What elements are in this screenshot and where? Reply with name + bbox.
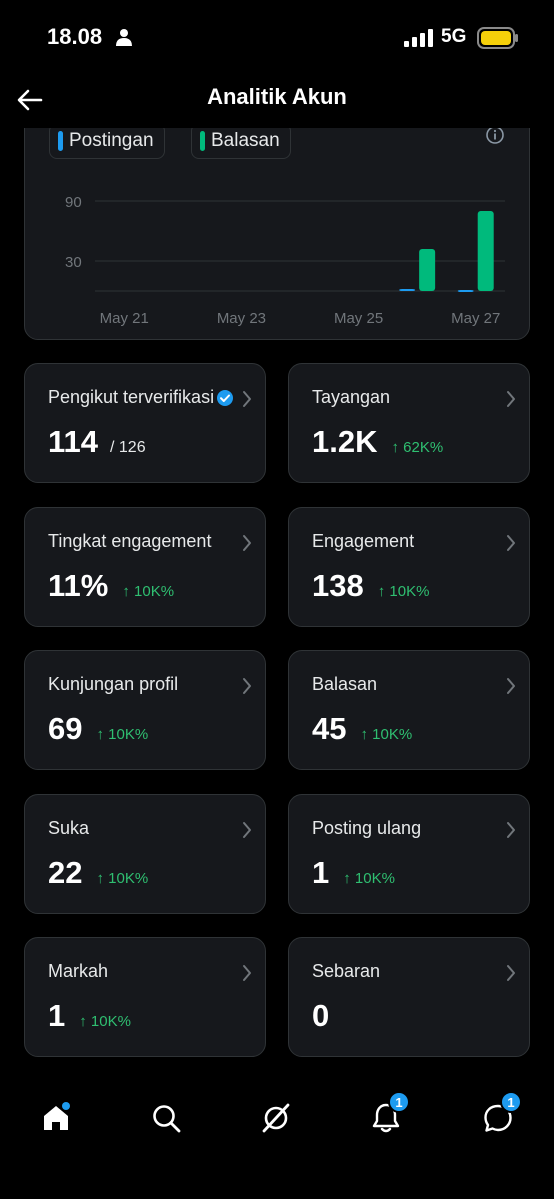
stat-card-reposts[interactable]: Posting ulang 1 ↑ 10K%: [288, 794, 530, 914]
stat-value: 11%: [48, 568, 109, 603]
chevron-right-icon: [507, 678, 515, 694]
stat-change: ↑ 62K%: [391, 439, 444, 456]
chevron-right-icon: [507, 535, 515, 551]
x-tick-label: May 27: [451, 310, 500, 327]
stat-value-row: 0: [312, 998, 329, 1034]
stat-value: 69: [48, 711, 83, 746]
stat-label: Tayangan: [312, 387, 391, 407]
legend-postingan[interactable]: Postingan: [49, 123, 165, 159]
grok-icon: [262, 1103, 290, 1133]
stat-card-engagement-rate[interactable]: Tingkat engagement 11% ↑ 10K%: [24, 507, 266, 627]
stat-change: ↑ 10K%: [96, 870, 149, 887]
nav-search[interactable]: [138, 1093, 194, 1143]
stat-value: 1: [48, 998, 66, 1033]
chart-card: 30 90 May 21 May 23 May 25 May 27 Postingan B…: [24, 110, 530, 340]
stat-change: ↑ 10K%: [79, 1013, 131, 1030]
nav-notifications[interactable]: 1: [358, 1091, 414, 1143]
stat-value-row: 1 ↑ 10K%: [312, 855, 395, 891]
stat-total: / 126: [110, 439, 146, 456]
info-icon[interactable]: [485, 125, 505, 145]
stat-value-row: 22 ↑ 10K%: [48, 855, 148, 891]
stat-value: 1.2K: [312, 424, 378, 459]
stat-change: ↑ 10K%: [343, 870, 395, 887]
chevron-right-icon: [243, 678, 251, 694]
stat-value: 45: [312, 711, 347, 746]
stat-card-bookmarks[interactable]: Markah 1 ↑ 10K%: [24, 937, 266, 1057]
stat-value: 1: [312, 855, 330, 890]
network-label: 5G: [441, 26, 467, 47]
stat-value-row: 45 ↑ 10K%: [312, 711, 412, 747]
chart-bar-balasan: [477, 211, 494, 291]
y-tick-label: 90: [65, 194, 82, 211]
stat-label: Markah: [48, 961, 109, 981]
stat-label: Posting ulang: [312, 818, 422, 838]
y-tick-label: 30: [65, 254, 82, 271]
legend-label-balasan: Balasan: [211, 130, 280, 151]
stat-value-row: 1 ↑ 10K%: [48, 998, 131, 1034]
page-title: Analitik Akun: [207, 84, 347, 109]
x-tick-label: May 21: [100, 310, 149, 327]
stat-label: Kunjungan profil: [48, 674, 179, 694]
stat-value: 0: [312, 998, 330, 1033]
stat-label: Sebaran: [312, 961, 381, 981]
search-icon: [153, 1105, 181, 1133]
stat-change: ↑ 10K%: [96, 726, 149, 743]
chart-bar-postingan: [399, 289, 416, 291]
stat-label: Tingkat engagement: [48, 531, 212, 551]
chevron-right-icon: [243, 822, 251, 838]
nav-home[interactable]: [28, 1093, 84, 1143]
chevron-right-icon: [243, 391, 251, 407]
battery-icon: [477, 27, 518, 49]
nav-grok[interactable]: [248, 1093, 304, 1143]
chart-bar-postingan: [457, 290, 474, 292]
legend-swatch-balasan: [200, 131, 205, 151]
messages-badge: 1: [500, 1091, 522, 1113]
stat-card-shares[interactable]: Sebaran 0: [288, 937, 530, 1057]
legend-swatch-postingan: [58, 131, 63, 151]
stat-value-row: 114 / 126: [48, 424, 146, 460]
stat-value-row: 138 ↑ 10K%: [312, 568, 429, 604]
signal-icon: [404, 29, 433, 47]
status-time: 18.08: [47, 24, 103, 49]
legend-label-postingan: Postingan: [69, 130, 154, 151]
notification-badge: 1: [388, 1091, 410, 1113]
stat-value-row: 11% ↑ 10K%: [48, 568, 174, 604]
stat-card-profile-visits[interactable]: Kunjungan profil 69 ↑ 10K%: [24, 650, 266, 770]
stat-change: ↑ 10K%: [377, 583, 430, 600]
stat-value: 138: [312, 568, 364, 603]
chart-bar-balasan: [419, 249, 436, 291]
stat-label: Engagement: [312, 531, 415, 551]
stat-card-verified-followers[interactable]: Pengikut terverifikasi 114 / 126: [24, 363, 266, 483]
nav-home-dot: [62, 1102, 70, 1110]
status-bar: 18.08 5G: [0, 0, 554, 76]
nav-messages[interactable]: 1: [470, 1091, 526, 1143]
stat-value: 114: [48, 424, 99, 459]
x-tick-label: May 23: [217, 310, 266, 327]
stat-label: Pengikut terverifikasi: [48, 387, 215, 407]
bottom-nav: 1 1: [0, 1085, 554, 1155]
legend-balasan[interactable]: Balasan: [191, 123, 291, 159]
chevron-right-icon: [507, 391, 515, 407]
chevron-right-icon: [507, 965, 515, 981]
stat-value: 22: [48, 855, 83, 890]
stat-card-replies[interactable]: Balasan 45 ↑ 10K%: [288, 650, 530, 770]
x-tick-label: May 25: [334, 310, 383, 327]
stat-value-row: 69 ↑ 10K%: [48, 711, 148, 747]
stat-card-engagement[interactable]: Engagement 138 ↑ 10K%: [288, 507, 530, 627]
person-icon: [116, 29, 132, 46]
stat-card-likes[interactable]: Suka 22 ↑ 10K%: [24, 794, 266, 914]
header: Analitik Akun: [0, 76, 554, 128]
stat-card-impressions[interactable]: Tayangan 1.2K ↑ 62K%: [288, 363, 530, 483]
stat-value-row: 1.2K ↑ 62K%: [312, 424, 443, 460]
stat-label: Suka: [48, 818, 90, 838]
chevron-right-icon: [243, 965, 251, 981]
chevron-right-icon: [507, 822, 515, 838]
verified-icon: [217, 390, 233, 406]
stat-change: ↑ 10K%: [122, 583, 175, 600]
stat-label: Balasan: [312, 674, 378, 694]
chevron-right-icon: [243, 535, 251, 551]
stat-change: ↑ 10K%: [360, 726, 413, 743]
